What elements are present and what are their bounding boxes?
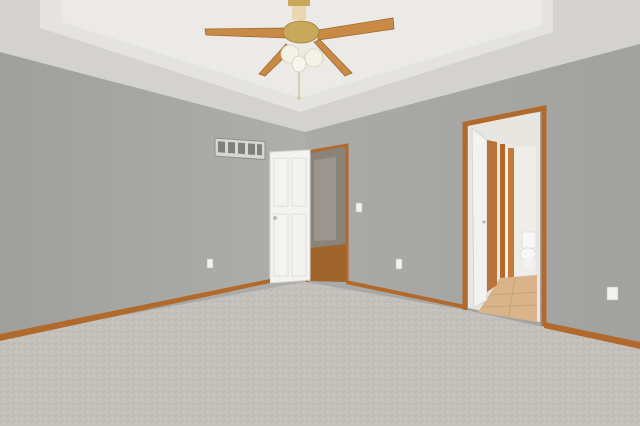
toilet-base xyxy=(524,258,533,270)
light-kit-right xyxy=(304,48,324,68)
bathroom-door[interactable] xyxy=(471,127,488,309)
bathroom-jamb xyxy=(487,140,497,292)
fan-canopy xyxy=(288,0,310,6)
fan-motor-housing xyxy=(282,20,320,44)
light-switch[interactable] xyxy=(355,202,363,213)
bedroom-photo xyxy=(0,0,640,426)
light-kit-center xyxy=(291,55,307,73)
outlet-left-wall xyxy=(206,258,214,269)
bathroom-door-knob[interactable] xyxy=(482,220,486,224)
bedroom-illustration xyxy=(0,0,640,426)
pull-chain-knob[interactable] xyxy=(297,96,301,100)
outlet-far-right xyxy=(606,286,619,301)
door-knob[interactable] xyxy=(273,216,277,220)
bathroom-inner-trim xyxy=(500,144,505,279)
closet-interior-wall xyxy=(314,157,336,241)
closet-floor xyxy=(310,244,346,282)
outlet-right-wall xyxy=(395,258,403,270)
bathroom-inner-trim-2 xyxy=(508,148,514,278)
toilet-tank xyxy=(521,231,537,249)
